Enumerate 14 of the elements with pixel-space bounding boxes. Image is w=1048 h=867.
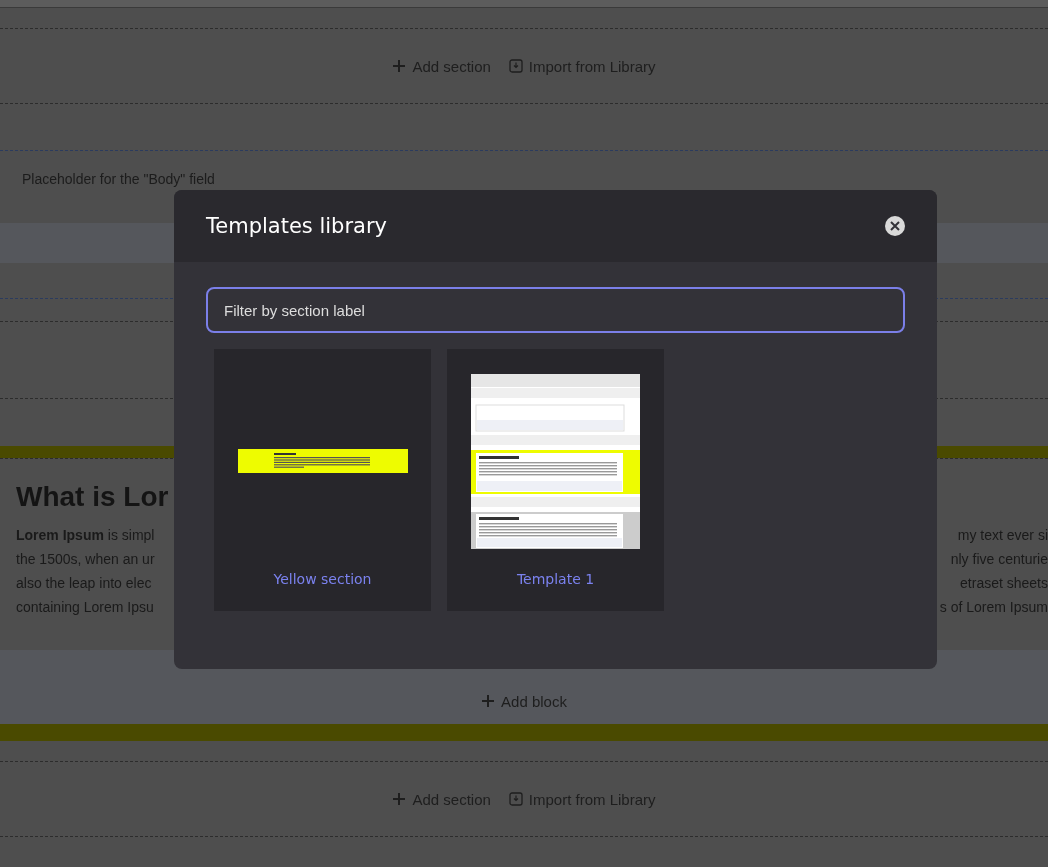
close-icon — [890, 221, 900, 231]
download-icon — [508, 59, 523, 73]
filter-input[interactable]: Filter by section label — [206, 287, 905, 333]
plus-icon — [481, 694, 496, 708]
template-card[interactable]: Yellow section — [214, 349, 431, 611]
section-heading: What is Lor — [16, 481, 170, 513]
template-card[interactable]: Template 1 — [447, 349, 664, 611]
dialog-title: Templates library — [206, 214, 387, 238]
template-label: Template 1 — [516, 571, 595, 587]
plus-icon — [392, 59, 407, 73]
close-button[interactable] — [885, 216, 905, 236]
template-label: Yellow section — [273, 571, 372, 587]
download-icon — [508, 792, 523, 806]
plus-icon — [392, 792, 407, 806]
